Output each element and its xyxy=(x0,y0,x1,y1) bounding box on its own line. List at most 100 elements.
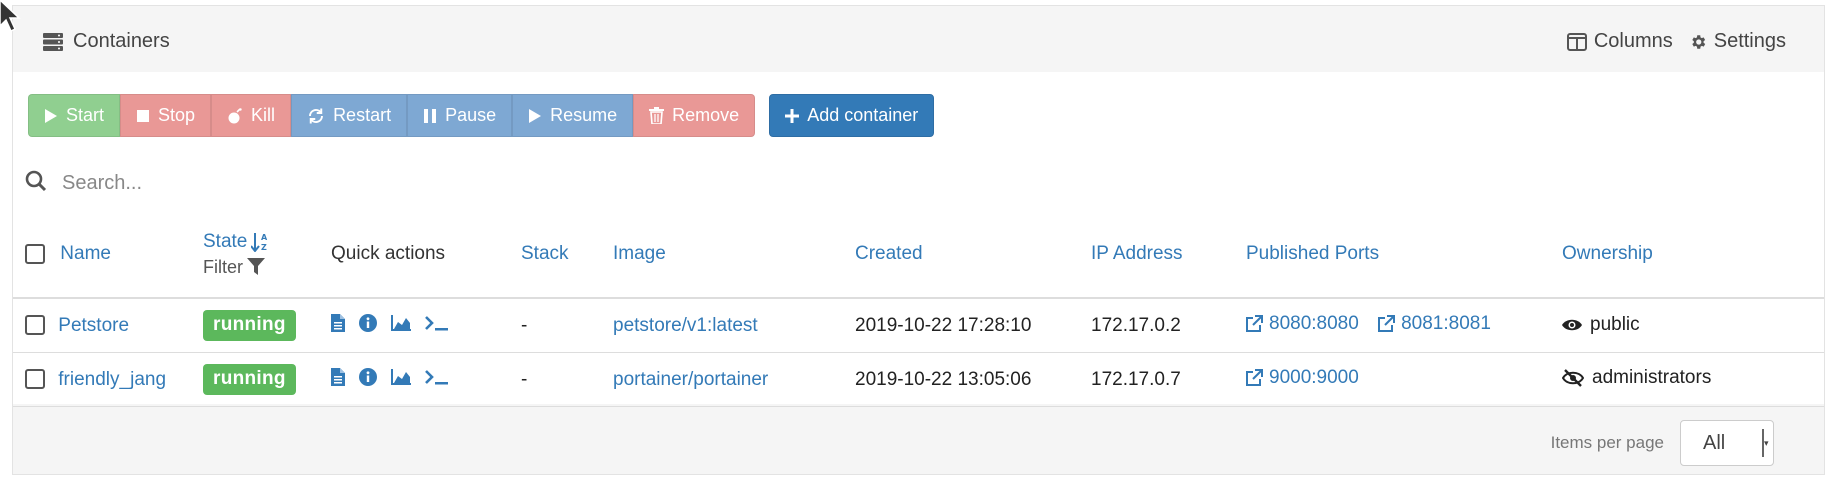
ip-cell: 172.17.0.7 xyxy=(1091,352,1246,407)
action-toolbar: Start Stop Kill Restart Pause Resume Rem… xyxy=(13,72,1824,154)
quick-actions xyxy=(331,367,449,386)
inspect-icon[interactable] xyxy=(359,313,377,332)
svg-text:A: A xyxy=(261,233,268,242)
trash-icon xyxy=(649,107,665,124)
select-all-checkbox[interactable] xyxy=(25,243,45,264)
containers-table-wrap: Name State A Z Filter Quick actions Stac… xyxy=(13,211,1824,407)
stop-button[interactable]: Stop xyxy=(120,94,212,137)
settings-label: Settings xyxy=(1713,30,1786,52)
pause-label: Pause xyxy=(445,105,497,125)
eye-slash-icon xyxy=(1562,368,1584,387)
panel-header: Containers Columns Settings xyxy=(13,6,1824,72)
restart-button[interactable]: Restart xyxy=(291,94,408,137)
external-link-icon xyxy=(1378,315,1396,333)
ownership-label: administrators xyxy=(1592,366,1712,388)
created-cell: 2019-10-22 17:28:10 xyxy=(855,298,1091,353)
ports-column-header[interactable]: Published Ports xyxy=(1246,243,1379,264)
kill-label: Kill xyxy=(251,105,276,125)
inspect-icon[interactable] xyxy=(359,367,377,386)
pause-icon xyxy=(424,108,437,123)
published-port-label: 8080:8080 xyxy=(1269,312,1359,334)
ip-cell: 172.17.0.2 xyxy=(1091,298,1246,353)
ownership-label: public xyxy=(1590,313,1640,335)
table-row: friendly_jang running - portainer/portai… xyxy=(13,352,1824,407)
logs-icon[interactable] xyxy=(331,313,345,332)
bomb-icon xyxy=(228,107,242,123)
eye-icon xyxy=(1562,319,1582,330)
play-icon xyxy=(529,108,542,123)
table-header-row: Name State A Z Filter Quick actions Stac… xyxy=(13,211,1824,299)
kill-button[interactable]: Kill xyxy=(211,94,292,137)
resume-button[interactable]: Resume xyxy=(512,94,634,137)
stats-icon[interactable] xyxy=(391,368,411,385)
created-column-header[interactable]: Created xyxy=(855,243,923,264)
container-name-link[interactable]: friendly_jang xyxy=(58,369,166,390)
status-badge: running xyxy=(203,310,296,341)
stack-column-header[interactable]: Stack xyxy=(521,243,569,264)
add-container-button[interactable]: Add container xyxy=(769,94,935,137)
published-port-label: 8081:8081 xyxy=(1401,312,1491,334)
svg-text:Z: Z xyxy=(261,243,267,252)
name-column-header[interactable]: Name xyxy=(60,243,111,264)
remove-label: Remove xyxy=(672,105,740,125)
server-icon xyxy=(43,32,63,51)
logs-icon[interactable] xyxy=(331,367,345,386)
refresh-icon xyxy=(309,108,324,123)
panel-title-text: Containers xyxy=(73,30,170,52)
plus-icon xyxy=(785,108,800,123)
stack-cell: - xyxy=(521,298,613,353)
console-icon[interactable] xyxy=(425,369,449,385)
quick-actions-column-header: Quick actions xyxy=(331,211,521,299)
ownership-cell: administrators xyxy=(1562,367,1711,389)
state-filter-label: Filter xyxy=(203,256,243,277)
settings-button[interactable]: Settings xyxy=(1689,30,1786,53)
columns-label: Columns xyxy=(1593,30,1673,52)
pause-button[interactable]: Pause xyxy=(407,94,513,137)
created-cell: 2019-10-22 13:05:06 xyxy=(855,352,1091,407)
published-port-link[interactable]: 8080:8080 xyxy=(1246,313,1359,335)
row-checkbox[interactable] xyxy=(25,369,45,390)
ownership-column-header[interactable]: Ownership xyxy=(1562,243,1653,264)
restart-label: Restart xyxy=(333,105,392,125)
state-column-header[interactable]: State xyxy=(203,231,247,253)
items-per-page-label: Items per page xyxy=(1550,433,1664,452)
containers-panel: Containers Columns Settings Start Stop K… xyxy=(12,5,1825,475)
ownership-cell: public xyxy=(1562,314,1640,336)
items-per-page-value: All xyxy=(1703,431,1726,454)
search-input[interactable] xyxy=(60,163,1764,203)
resume-label: Resume xyxy=(550,105,618,125)
add-container-label: Add container xyxy=(807,105,919,125)
ip-column-header[interactable]: IP Address xyxy=(1091,243,1183,264)
chevron-down-icon: ▾ xyxy=(1762,429,1771,457)
panel-title: Containers xyxy=(43,30,170,53)
remove-button[interactable]: Remove xyxy=(633,94,756,137)
image-link[interactable]: portainer/portainer xyxy=(613,369,768,390)
console-icon[interactable] xyxy=(425,315,449,331)
search-icon xyxy=(25,170,47,192)
image-link[interactable]: petstore/v1:latest xyxy=(613,315,758,336)
table-row: Petstore running - petstore/v1:latest 20… xyxy=(13,298,1824,353)
search-bar xyxy=(13,153,1824,212)
container-name-link[interactable]: Petstore xyxy=(58,315,129,336)
status-badge: running xyxy=(203,364,296,395)
image-column-header[interactable]: Image xyxy=(613,243,666,264)
external-link-icon xyxy=(1246,315,1263,333)
table-footer: Items per page All ▾ xyxy=(13,404,1824,474)
quick-actions xyxy=(331,313,449,332)
published-port-link[interactable]: 8081:8081 xyxy=(1378,313,1491,335)
play-icon xyxy=(45,108,57,123)
sort-alpha-asc-icon: A Z xyxy=(251,232,268,252)
published-port-link[interactable]: 9000:9000 xyxy=(1246,367,1359,389)
stats-icon[interactable] xyxy=(391,314,411,331)
state-filter[interactable]: Filter xyxy=(203,257,331,278)
filter-icon xyxy=(247,258,265,275)
containers-table: Name State A Z Filter Quick actions Stac… xyxy=(13,211,1824,407)
start-button[interactable]: Start xyxy=(28,94,121,137)
columns-icon xyxy=(1566,32,1587,51)
items-per-page-select[interactable]: All ▾ xyxy=(1680,420,1774,466)
stop-icon xyxy=(137,109,150,122)
row-checkbox[interactable] xyxy=(25,315,45,336)
stop-label: Stop xyxy=(158,105,196,125)
columns-button[interactable]: Columns xyxy=(1566,30,1673,53)
published-port-label: 9000:9000 xyxy=(1269,366,1359,388)
